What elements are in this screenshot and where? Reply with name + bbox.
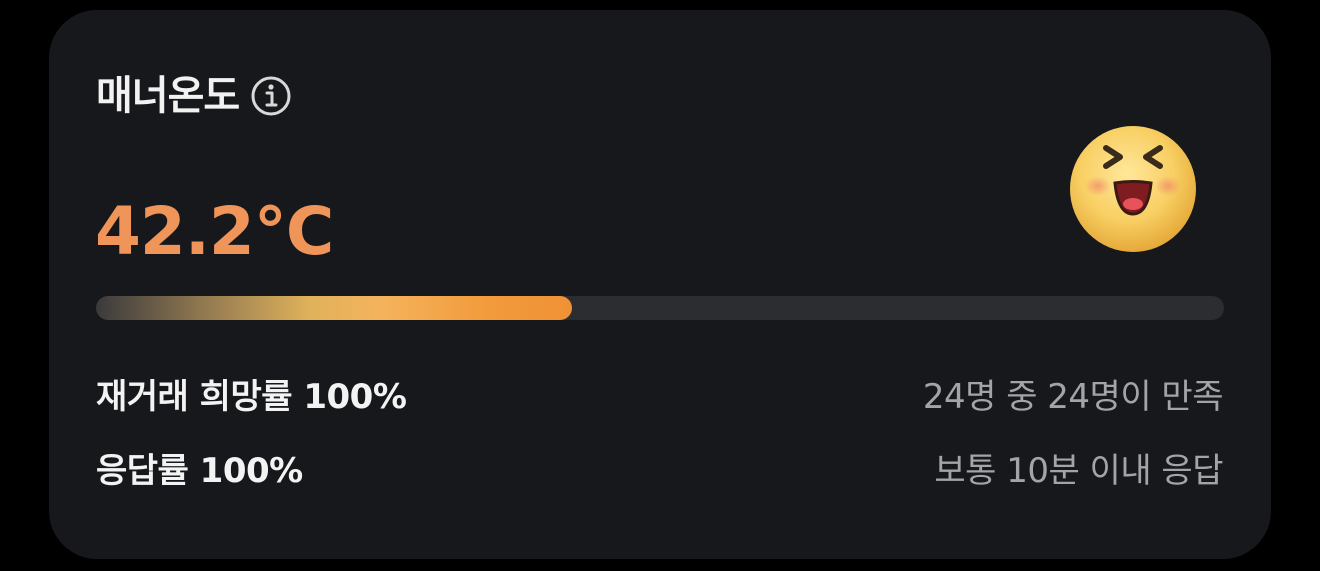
temperature-value: 42.2°C [95,193,334,270]
satisfaction-detail: 24명 중 24명이 만족 [922,377,1224,417]
card-title: 매너온도 [96,73,240,119]
manner-temperature-card: 매너온도 42.2°C 재거래 희망률 100% 24명 중 24명이 만족 응… [49,10,1271,559]
temperature-progress-bar [96,296,1224,320]
rebuy-rate-label: 재거래 희망률 100% [96,377,407,417]
title-row: 매너온도 [96,74,293,118]
info-circle-icon[interactable] [249,74,293,118]
laughing-face-emoji-icon [1070,126,1196,252]
response-time-detail: 보통 10분 이내 응답 [934,451,1223,491]
response-rate-label: 응답률 100% [96,451,303,491]
temperature-progress-fill [96,296,573,320]
